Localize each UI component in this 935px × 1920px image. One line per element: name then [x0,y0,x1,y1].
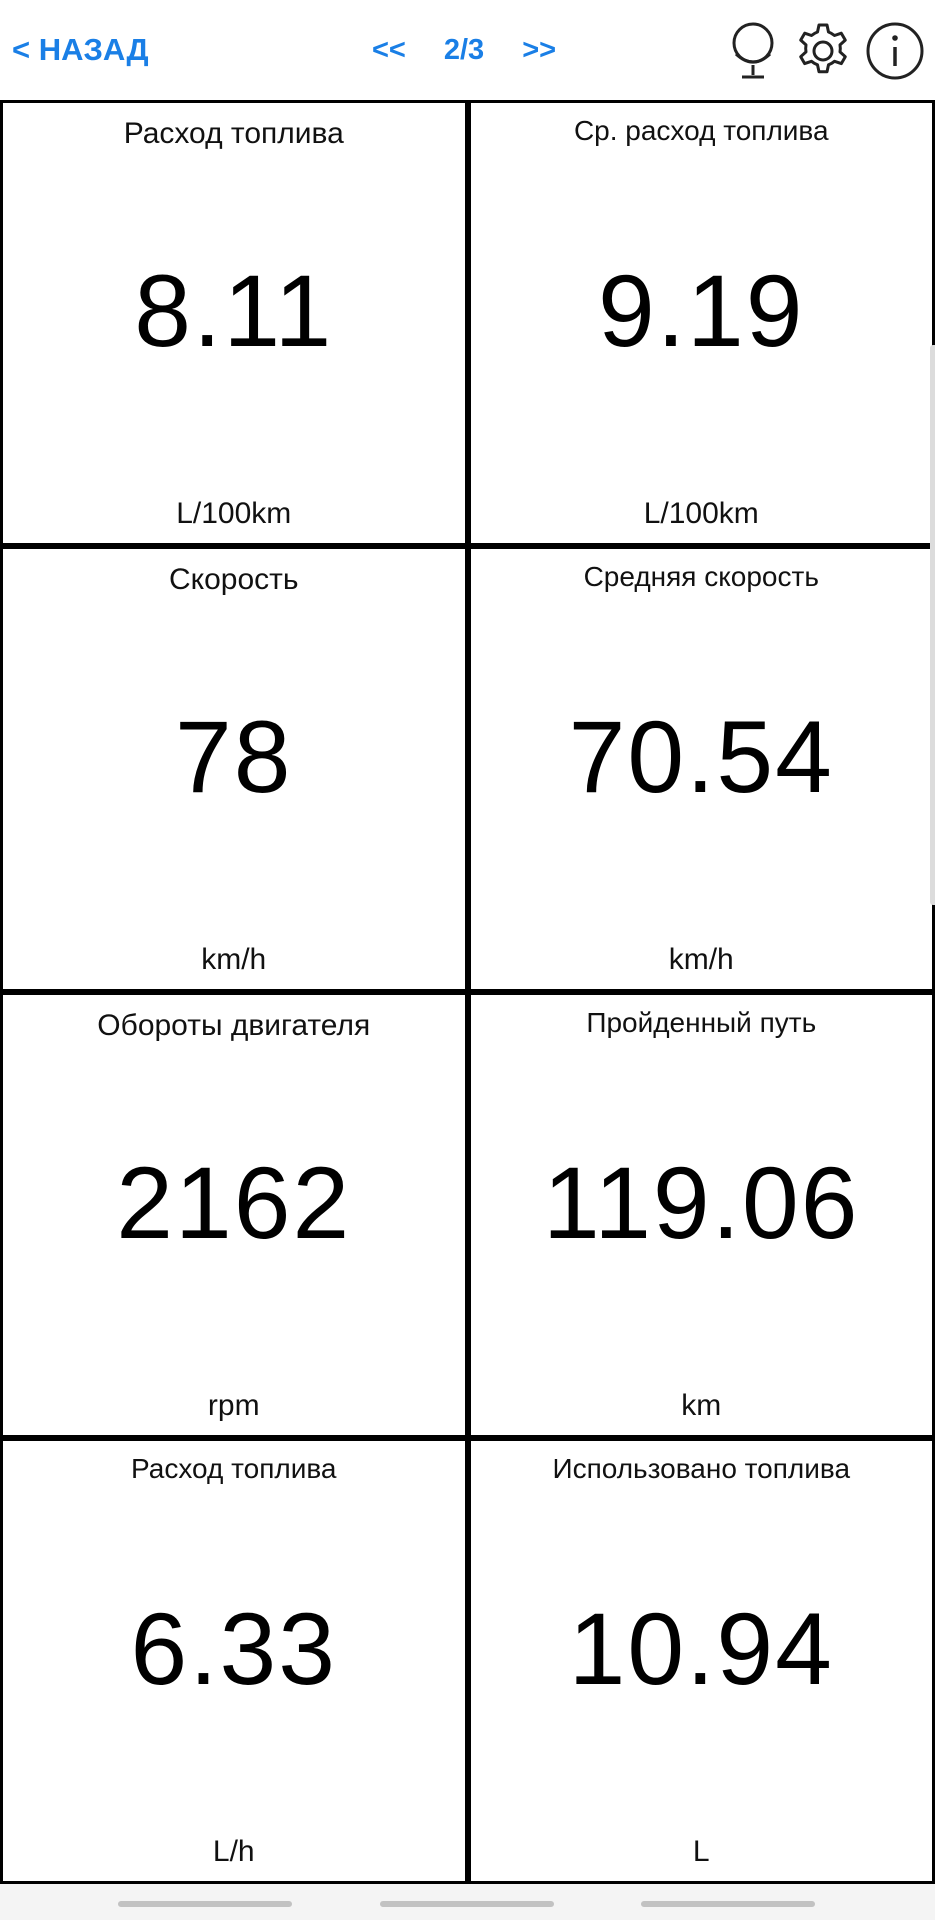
tile-unit: L/100km [643,497,759,530]
page-indicator: 2/3 [443,33,485,66]
navigation-bar [0,1884,935,1920]
tile-avg-fuel-consumption[interactable]: Ср. расход топлива 9.19 L/100km [470,103,932,543]
tile-value: 70.54 [568,700,834,814]
tile-fuel-used[interactable]: Использовано топлива 10.94 L [470,1441,932,1881]
nav-back-button[interactable] [641,1901,815,1907]
info-icon[interactable] [864,20,926,82]
tile-value: 9.19 [597,254,805,368]
tile-avg-speed[interactable]: Средняя скорость 70.54 km/h [470,549,932,989]
tile-value: 10.94 [568,1592,834,1706]
tile-fuel-rate[interactable]: Расход топлива 6.33 L/h [3,1441,465,1881]
tile-value: 8.11 [134,254,334,368]
tile-fuel-consumption[interactable]: Расход топлива 8.11 L/100km [3,103,465,543]
tile-title: Скорость [168,563,299,596]
nav-home-button[interactable] [380,1901,554,1907]
tile-distance[interactable]: Пройденный путь 119.06 km [470,995,932,1435]
next-page-button[interactable]: >> [522,34,556,67]
nav-recents-button[interactable] [118,1901,292,1907]
tile-title: Пройденный путь [586,1007,817,1038]
tile-title: Ср. расход топлива [573,115,829,146]
globe-icon[interactable] [722,20,784,82]
tile-value: 78 [175,700,293,814]
prev-page-button[interactable]: << [372,34,406,67]
gauge-grid: Расход топлива 8.11 L/100km Ср. расход т… [0,100,935,1884]
tile-unit: rpm [207,1389,260,1422]
tile-unit: L [692,1835,710,1868]
tile-unit: km/h [201,943,267,976]
tile-value: 2162 [116,1146,352,1260]
tile-title: Использовано топлива [552,1453,851,1484]
tile-value: 6.33 [130,1592,338,1706]
tile-unit: km/h [668,943,734,976]
top-bar: < НАЗАД << 2/3 >> [0,0,935,100]
tile-title: Средняя скорость [583,561,819,592]
tile-unit: L/100km [176,497,292,530]
tile-title: Расход топлива [123,117,344,150]
edge-panel-handle[interactable] [930,345,935,905]
tile-title: Обороты двигателя [97,1009,371,1042]
pager: << 2/3 >> [372,30,556,70]
tile-title: Расход топлива [131,1453,337,1484]
gear-icon[interactable] [792,20,854,82]
tile-value: 119.06 [543,1146,860,1260]
tile-unit: L/h [212,1835,255,1868]
tile-engine-rpm[interactable]: Обороты двигателя 2162 rpm [3,995,465,1435]
back-button[interactable]: < НАЗАД [12,30,149,70]
tile-speed[interactable]: Скорость 78 km/h [3,549,465,989]
tile-unit: km [681,1389,722,1422]
